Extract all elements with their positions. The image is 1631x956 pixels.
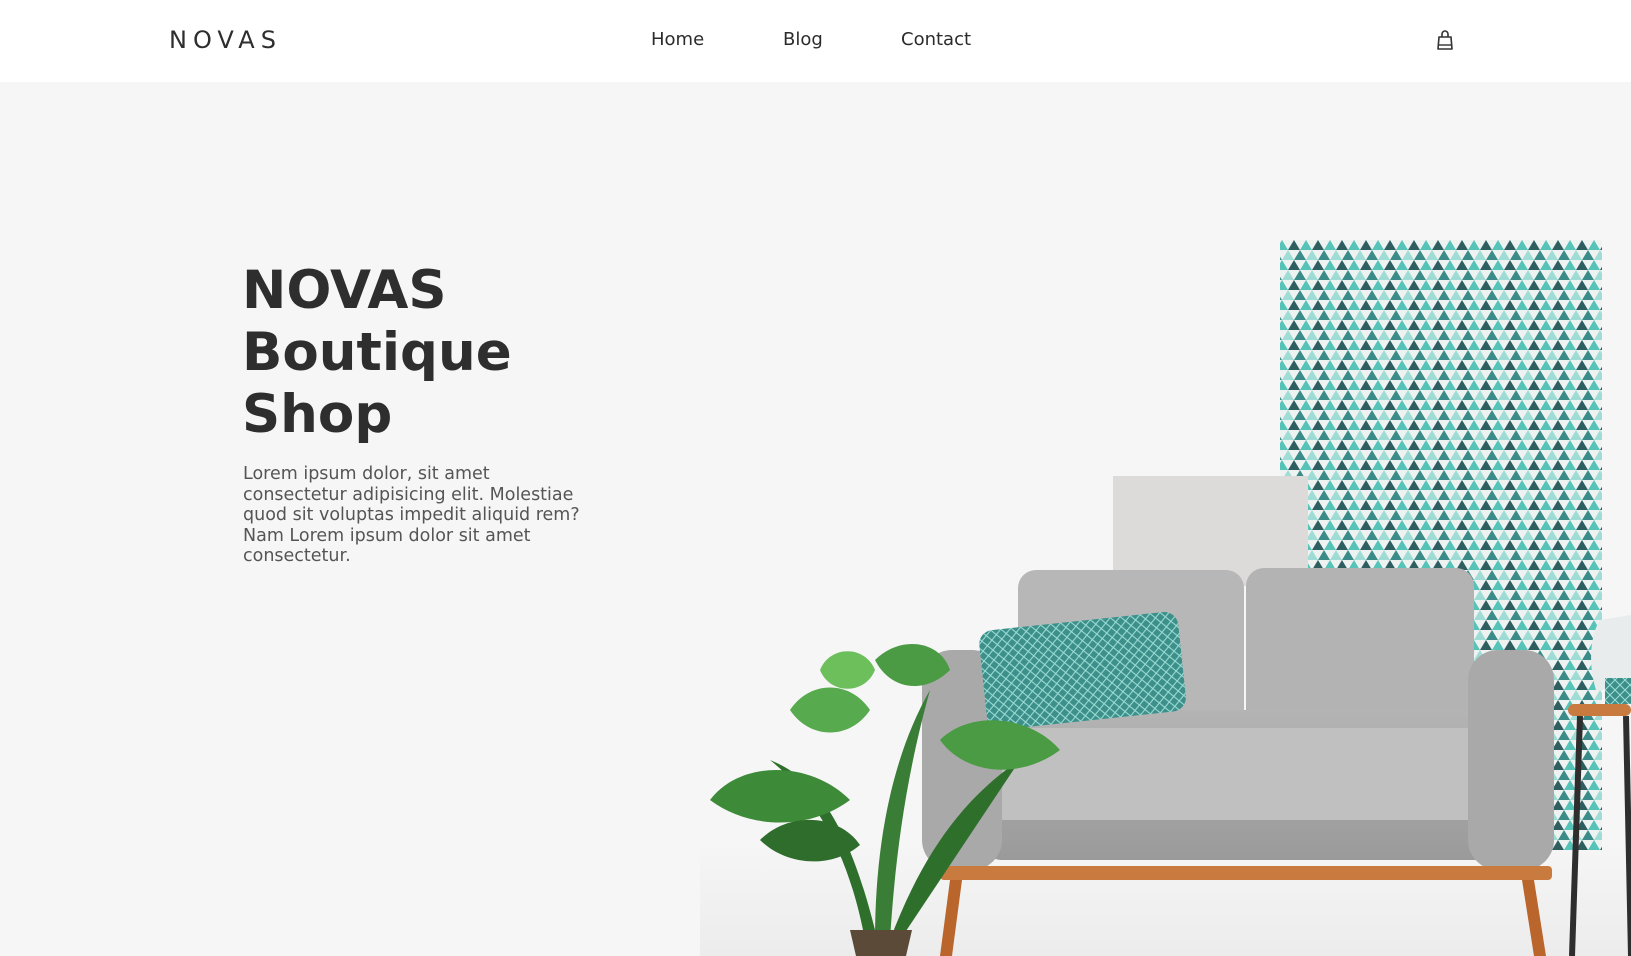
hero-title-line: Shop: [242, 384, 393, 445]
hero-sofa-image: [700, 240, 1631, 956]
landing-page: NOVAS Home Blog Contact NOVAS Boutique S…: [0, 0, 1631, 956]
hero-description: Lorem ipsum dolor, sit amet consectetur …: [243, 464, 580, 566]
site-header: NOVAS Home Blog Contact: [0, 0, 1631, 82]
nav-link-contact[interactable]: Contact: [901, 27, 971, 53]
nav-link-home[interactable]: Home: [651, 27, 704, 53]
nav-link-blog[interactable]: Blog: [783, 27, 823, 53]
brand-logo[interactable]: NOVAS: [169, 24, 282, 56]
hero-title-line: Boutique: [242, 322, 512, 383]
hero-title-line: NOVAS: [242, 260, 447, 321]
hero-title: NOVAS Boutique Shop: [242, 260, 662, 446]
shopping-bag-icon: [1437, 30, 1453, 50]
cart-button[interactable]: [1434, 28, 1456, 52]
